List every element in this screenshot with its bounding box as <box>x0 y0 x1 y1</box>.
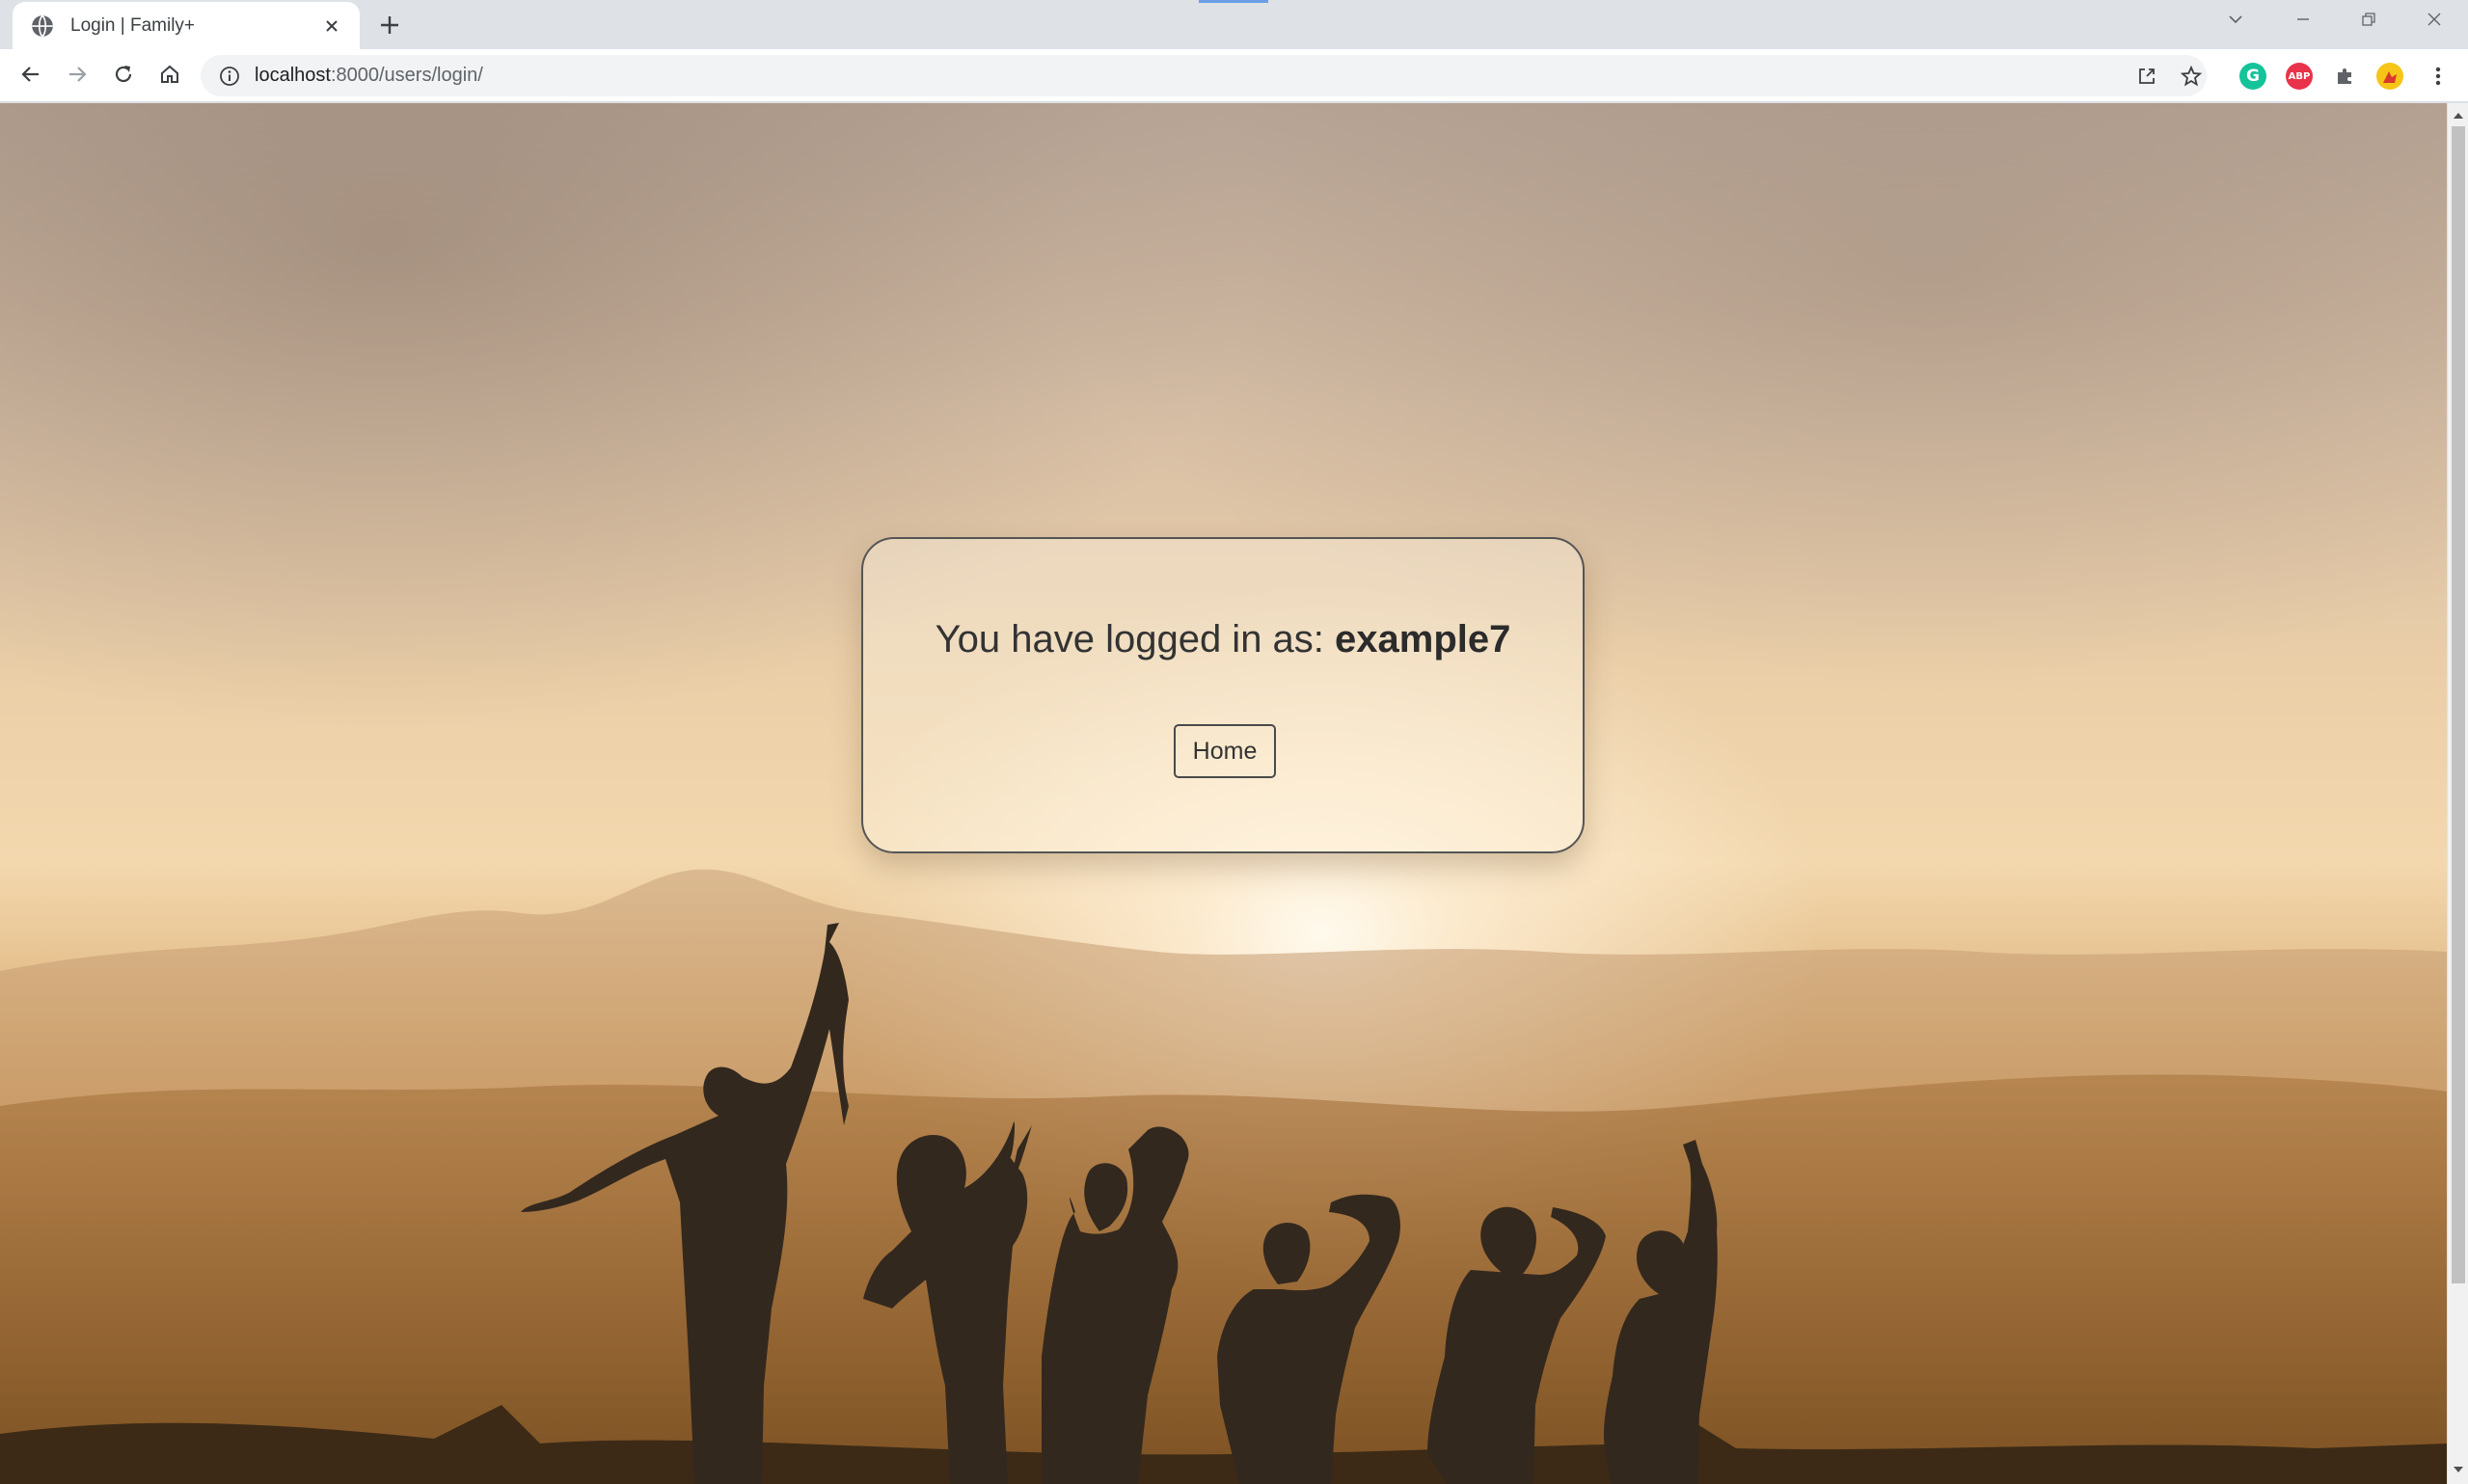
reload-icon <box>112 63 135 91</box>
address-bar[interactable]: localhost:8000/users/login/ <box>201 55 2207 96</box>
logged-in-card: You have logged in as: example7 Home <box>861 537 1585 853</box>
extensions-puzzle-icon[interactable] <box>2332 63 2359 90</box>
globe-icon <box>30 13 55 39</box>
adblock-plus-icon[interactable]: ABP <box>2286 63 2313 90</box>
home-icon <box>158 63 181 91</box>
url-path: :8000/users/login/ <box>330 65 483 86</box>
new-tab-button[interactable] <box>372 10 407 44</box>
forward-button[interactable] <box>58 57 96 95</box>
home-button[interactable]: Home <box>1174 724 1276 778</box>
reload-button[interactable] <box>104 57 143 95</box>
profile-avatar-icon[interactable] <box>2376 63 2403 90</box>
url-host: localhost <box>255 65 331 86</box>
plus-icon <box>379 14 400 40</box>
restore-icon <box>2360 11 2377 33</box>
window-close-button[interactable] <box>2407 0 2461 42</box>
back-button[interactable] <box>12 57 50 95</box>
page-scrollbar[interactable] <box>2447 103 2468 1484</box>
url-text[interactable]: localhost:8000/users/login/ <box>255 65 483 87</box>
tab-strip-indicator <box>1199 0 1268 3</box>
tab-title: Login | Family+ <box>70 14 196 36</box>
tab-strip: Login | Family+ <box>0 0 2468 49</box>
logged-in-prefix: You have logged in as: <box>935 618 1336 661</box>
info-icon[interactable] <box>218 65 241 88</box>
minimize-button[interactable] <box>2276 0 2330 42</box>
home-button-browser[interactable] <box>150 57 189 95</box>
tab-search-button[interactable] <box>2209 0 2263 42</box>
minimize-icon <box>2294 11 2312 33</box>
forward-arrow-icon <box>66 63 89 91</box>
tab-close-icon[interactable] <box>317 12 346 40</box>
scrollbar-thumb[interactable] <box>2452 126 2465 1283</box>
browser-tab-active[interactable]: Login | Family+ <box>13 2 360 49</box>
back-arrow-icon <box>19 63 42 91</box>
star-icon[interactable] <box>2174 59 2209 94</box>
restore-button[interactable] <box>2342 0 2396 42</box>
scroll-up-arrow-icon[interactable] <box>2448 105 2468 124</box>
chevron-down-icon <box>2227 11 2244 33</box>
logged-in-message: You have logged in as: example7 <box>863 618 1583 661</box>
scroll-down-arrow-icon[interactable] <box>2448 1461 2468 1480</box>
close-icon <box>2426 11 2443 33</box>
browser-toolbar: localhost:8000/users/login/ G ABP <box>0 49 2468 102</box>
kebab-menu-icon[interactable] <box>2419 57 2457 95</box>
grammarly-icon[interactable]: G <box>2239 63 2266 90</box>
username: example7 <box>1335 618 1511 661</box>
share-icon[interactable] <box>2129 59 2164 94</box>
